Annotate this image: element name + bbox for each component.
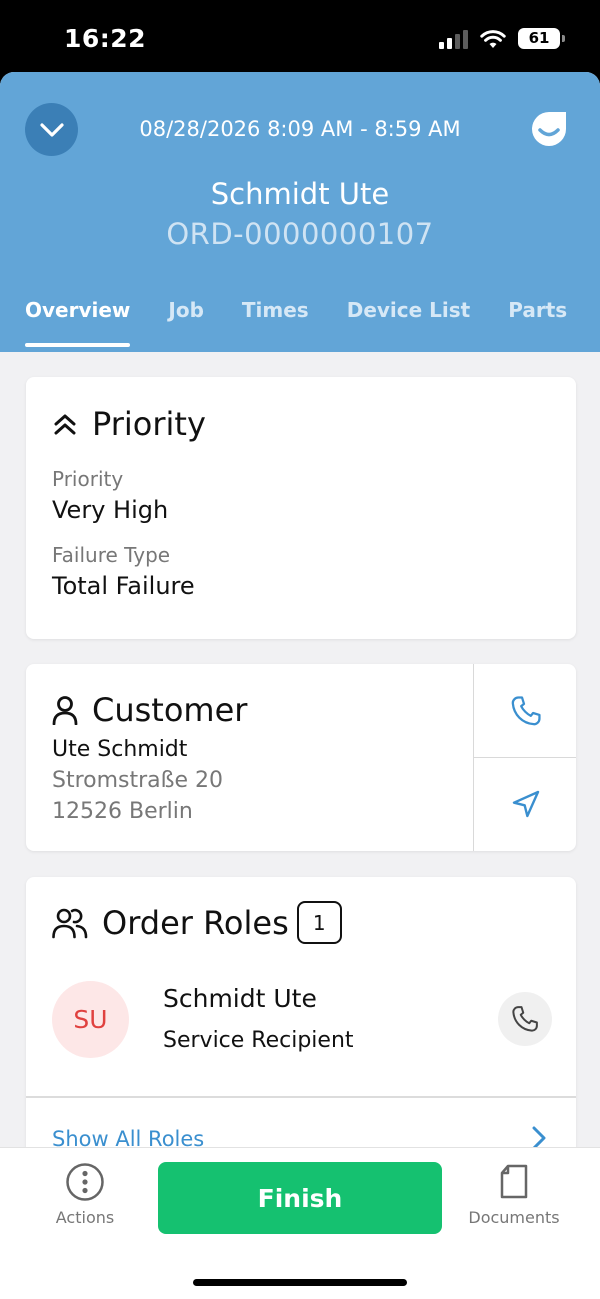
priority-title-text: Priority (92, 405, 206, 443)
finish-button[interactable]: Finish (158, 1162, 442, 1234)
wifi-icon (480, 29, 506, 48)
tab-overview[interactable]: Overview (25, 298, 131, 347)
priority-card: Priority Priority Very High Failure Type… (26, 377, 576, 639)
divider (26, 1096, 576, 1098)
documents-label: Documents (468, 1208, 560, 1227)
role-person-name: Schmidt Ute (163, 984, 317, 1013)
document-icon (500, 1164, 528, 1199)
roles-count-badge: 1 (296, 901, 342, 944)
status-bar: 16:22 61 (0, 0, 600, 72)
navigation-arrow-icon (512, 790, 539, 818)
double-chevron-up-icon (54, 414, 76, 435)
failure-type-label: Failure Type (52, 543, 171, 567)
tab-job[interactable]: Job (168, 298, 204, 347)
order-roles-card: Order Roles 1 SU Schmidt Ute Service Rec… (26, 877, 576, 1167)
person-icon (52, 696, 78, 725)
customer-street: Stromstraße 20 (52, 768, 224, 793)
navigate-button[interactable] (474, 757, 576, 850)
battery-icon: 61 (518, 28, 565, 49)
order-number: ORD-0000000107 (166, 217, 434, 251)
more-options-icon (66, 1163, 104, 1201)
order-header: 08/28/2026 8:09 AM - 8:59 AM Schmidt Ute… (0, 72, 600, 352)
tab-times[interactable]: Times (242, 298, 309, 347)
customer-city: 12526 Berlin (52, 799, 193, 824)
customer-name: Ute Schmidt (52, 737, 188, 762)
priority-value: Very High (52, 496, 169, 524)
order-roles-title-text: Order Roles (102, 903, 289, 942)
order-roles-card-title: Order Roles 1 (52, 901, 342, 944)
phone-icon (511, 695, 541, 725)
role-type: Service Recipient (163, 1028, 354, 1053)
avatar: SU (52, 981, 129, 1058)
priority-label: Priority (52, 467, 124, 491)
customer-name-title: Schmidt Ute (210, 177, 390, 211)
call-role-button[interactable] (498, 992, 552, 1046)
chat-bubble-icon[interactable] (530, 110, 568, 148)
home-indicator (193, 1279, 407, 1286)
order-detail-screen: 08/28/2026 8:09 AM - 8:59 AM Schmidt Ute… (0, 72, 600, 1299)
phone-icon (512, 1006, 538, 1032)
documents-button[interactable]: Documents (454, 1160, 574, 1227)
failure-type-value: Total Failure (52, 572, 195, 600)
cellular-signal-icon (439, 29, 468, 49)
priority-card-title: Priority (52, 405, 206, 443)
appointment-time: 08/28/2026 8:09 AM - 8:59 AM (139, 117, 461, 141)
tab-bar: Overview Job Times Device List Parts S (25, 298, 600, 347)
call-customer-button[interactable] (474, 664, 576, 757)
status-icons: 61 (439, 28, 565, 49)
bottom-action-bar: Actions Finish Documents (0, 1147, 600, 1299)
actions-label: Actions (55, 1208, 115, 1227)
tab-device-list[interactable]: Device List (347, 298, 471, 347)
actions-button[interactable]: Actions (25, 1160, 145, 1227)
customer-actions (473, 664, 576, 851)
customer-title-text: Customer (92, 691, 248, 729)
customer-card-title: Customer (52, 691, 247, 729)
customer-card: Customer Ute Schmidt Stromstraße 20 1252… (26, 664, 576, 851)
tab-parts[interactable]: Parts (508, 298, 567, 347)
status-time: 16:22 (64, 24, 147, 53)
people-icon (52, 908, 88, 938)
